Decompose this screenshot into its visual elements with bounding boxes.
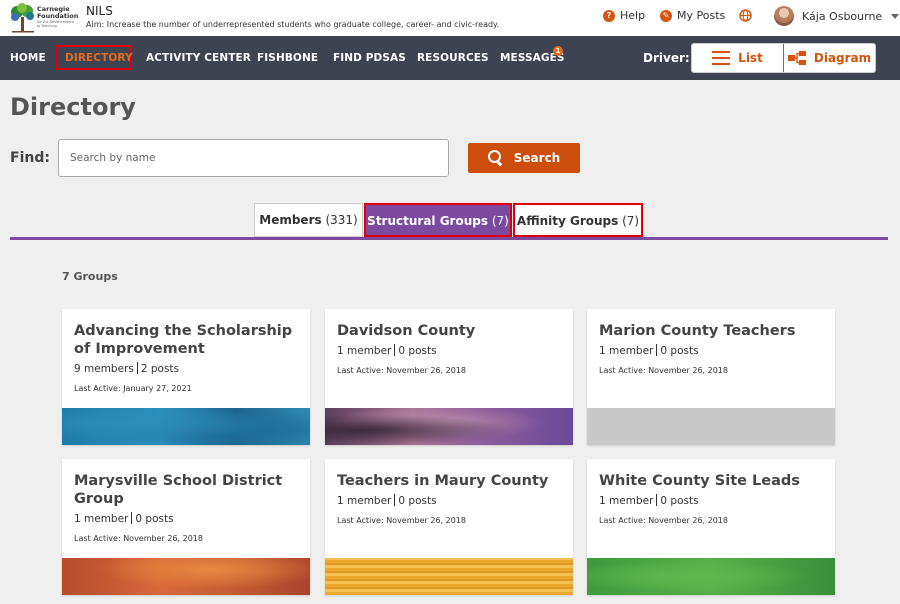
- card-stats: 1 member 0 posts: [337, 494, 437, 507]
- help-label: Help: [620, 9, 646, 22]
- find-label: Find:: [10, 150, 50, 166]
- tab-underline: [10, 237, 888, 240]
- member-count: 1 member: [74, 513, 129, 525]
- tree-logo-icon: [11, 3, 34, 33]
- avatar: [774, 6, 794, 26]
- tab-label: Structural Groups: [367, 214, 488, 228]
- search-icon: [487, 150, 504, 166]
- top-header: Carnegie Foundation for the Advancement …: [0, 0, 900, 36]
- group-card[interactable]: Marysville School District Group 1 membe…: [62, 459, 310, 595]
- language-link[interactable]: [739, 9, 752, 22]
- card-image: [325, 408, 573, 445]
- help-link[interactable]: ? Help: [603, 9, 645, 22]
- tab-count: (331): [325, 213, 358, 227]
- post-count: 2 posts: [140, 363, 180, 375]
- member-count: 1 member: [337, 495, 392, 507]
- member-count: 1 member: [599, 495, 654, 507]
- card-stats: 9 members 2 posts: [74, 362, 179, 375]
- diagram-label: Diagram: [813, 51, 872, 65]
- nav-directory[interactable]: DIRECTORY: [65, 36, 133, 80]
- tab-count: (7): [491, 214, 509, 228]
- card-title: Marion County Teachers: [599, 323, 796, 339]
- member-count: 1 member: [337, 345, 392, 357]
- card-image: [587, 558, 835, 595]
- pencil-icon: ✎: [660, 9, 672, 22]
- group-card[interactable]: White County Site Leads 1 member 0 posts …: [587, 459, 835, 595]
- post-count: 0 posts: [660, 345, 699, 357]
- diagram-icon: [787, 51, 806, 65]
- post-count: 0 posts: [135, 513, 174, 525]
- tab-structural-groups[interactable]: Structural Groups (7): [364, 203, 512, 237]
- card-stats: 1 member 0 posts: [599, 344, 699, 357]
- org-name: NILS: [86, 4, 113, 18]
- diagram-button[interactable]: Diagram: [783, 44, 875, 72]
- list-label: List: [738, 51, 763, 65]
- member-count: 9 members: [74, 363, 134, 375]
- user-menu[interactable]: Kája Osbourne: [774, 6, 900, 26]
- member-count: 1 member: [599, 345, 654, 357]
- card-title: White County Site Leads: [599, 473, 800, 489]
- card-title: Advancing the Scholarship of Improvement: [74, 323, 293, 357]
- card-image: [587, 408, 835, 445]
- nav-fishbone[interactable]: FISHBONE: [257, 36, 318, 80]
- nav-resources[interactable]: RESOURCES: [417, 36, 489, 80]
- last-active: Last Active: November 26, 2018: [74, 534, 203, 543]
- nav-find-pdsas[interactable]: FIND PDSAS: [333, 36, 406, 80]
- user-name: Kája Osbourne: [802, 9, 883, 23]
- page-title: Directory: [10, 93, 136, 121]
- search-input[interactable]: [58, 139, 449, 177]
- card-image: [62, 408, 310, 445]
- my-posts-link[interactable]: ✎ My Posts: [660, 9, 725, 22]
- question-icon: ?: [603, 9, 615, 22]
- last-active: Last Active: November 26, 2018: [599, 516, 728, 525]
- group-card[interactable]: Teachers in Maury County 1 member 0 posts…: [325, 459, 573, 595]
- last-active: Last Active: November 26, 2018: [337, 366, 466, 375]
- carnegie-logo[interactable]: Carnegie Foundation for the Advancement …: [10, 3, 78, 33]
- post-count: 0 posts: [398, 495, 437, 507]
- group-card[interactable]: Marion County Teachers 1 member 0 posts L…: [587, 309, 835, 445]
- last-active: Last Active: November 26, 2018: [337, 516, 466, 525]
- driver-toggle: List Diagram: [691, 43, 876, 73]
- group-card[interactable]: Advancing the Scholarship of Improvement…: [62, 309, 310, 445]
- nav-activity-center[interactable]: ACTIVITY CENTER: [146, 36, 251, 80]
- post-count: 0 posts: [660, 495, 699, 507]
- nav-home[interactable]: HOME: [10, 36, 46, 80]
- nav-messages[interactable]: MESSAGES: [500, 36, 565, 80]
- logo-text: Foundation: [37, 12, 79, 20]
- search-button[interactable]: Search: [468, 143, 580, 173]
- main-nav: HOME DIRECTORY ACTIVITY CENTER FISHBONE …: [0, 36, 900, 80]
- driver-label: Driver:: [643, 51, 690, 65]
- card-title: Teachers in Maury County: [337, 473, 549, 489]
- tab-label: Members: [259, 213, 322, 227]
- group-count: 7 Groups: [62, 270, 118, 283]
- my-posts-label: My Posts: [677, 9, 726, 22]
- tab-members[interactable]: Members (331): [254, 203, 363, 237]
- card-stats: 1 member 0 posts: [599, 494, 699, 507]
- search-button-label: Search: [513, 151, 561, 165]
- globe-icon: [739, 9, 752, 22]
- tab-affinity-groups[interactable]: Affinity Groups (7): [513, 203, 643, 237]
- tab-count: (7): [622, 214, 640, 228]
- messages-badge: 1: [553, 46, 563, 56]
- group-card[interactable]: Davidson County 1 member 0 posts Last Act…: [325, 309, 573, 445]
- last-active: Last Active: November 26, 2018: [599, 366, 728, 375]
- card-title: Marysville School District Group: [74, 473, 283, 507]
- card-image: [325, 558, 573, 595]
- aim-statement: Aim: Increase the number of underreprese…: [86, 20, 500, 29]
- card-title: Davidson County: [337, 323, 476, 339]
- card-stats: 1 member 0 posts: [337, 344, 437, 357]
- list-button[interactable]: List: [692, 44, 783, 72]
- list-icon: [712, 51, 731, 65]
- post-count: 0 posts: [398, 345, 437, 357]
- last-active: Last Active: January 27, 2021: [74, 384, 192, 393]
- card-stats: 1 member 0 posts: [74, 512, 174, 525]
- logo-text: of Teaching: [37, 24, 57, 28]
- card-image: [62, 558, 310, 595]
- tab-label: Affinity Groups: [516, 214, 619, 228]
- chevron-down-icon: [891, 13, 900, 19]
